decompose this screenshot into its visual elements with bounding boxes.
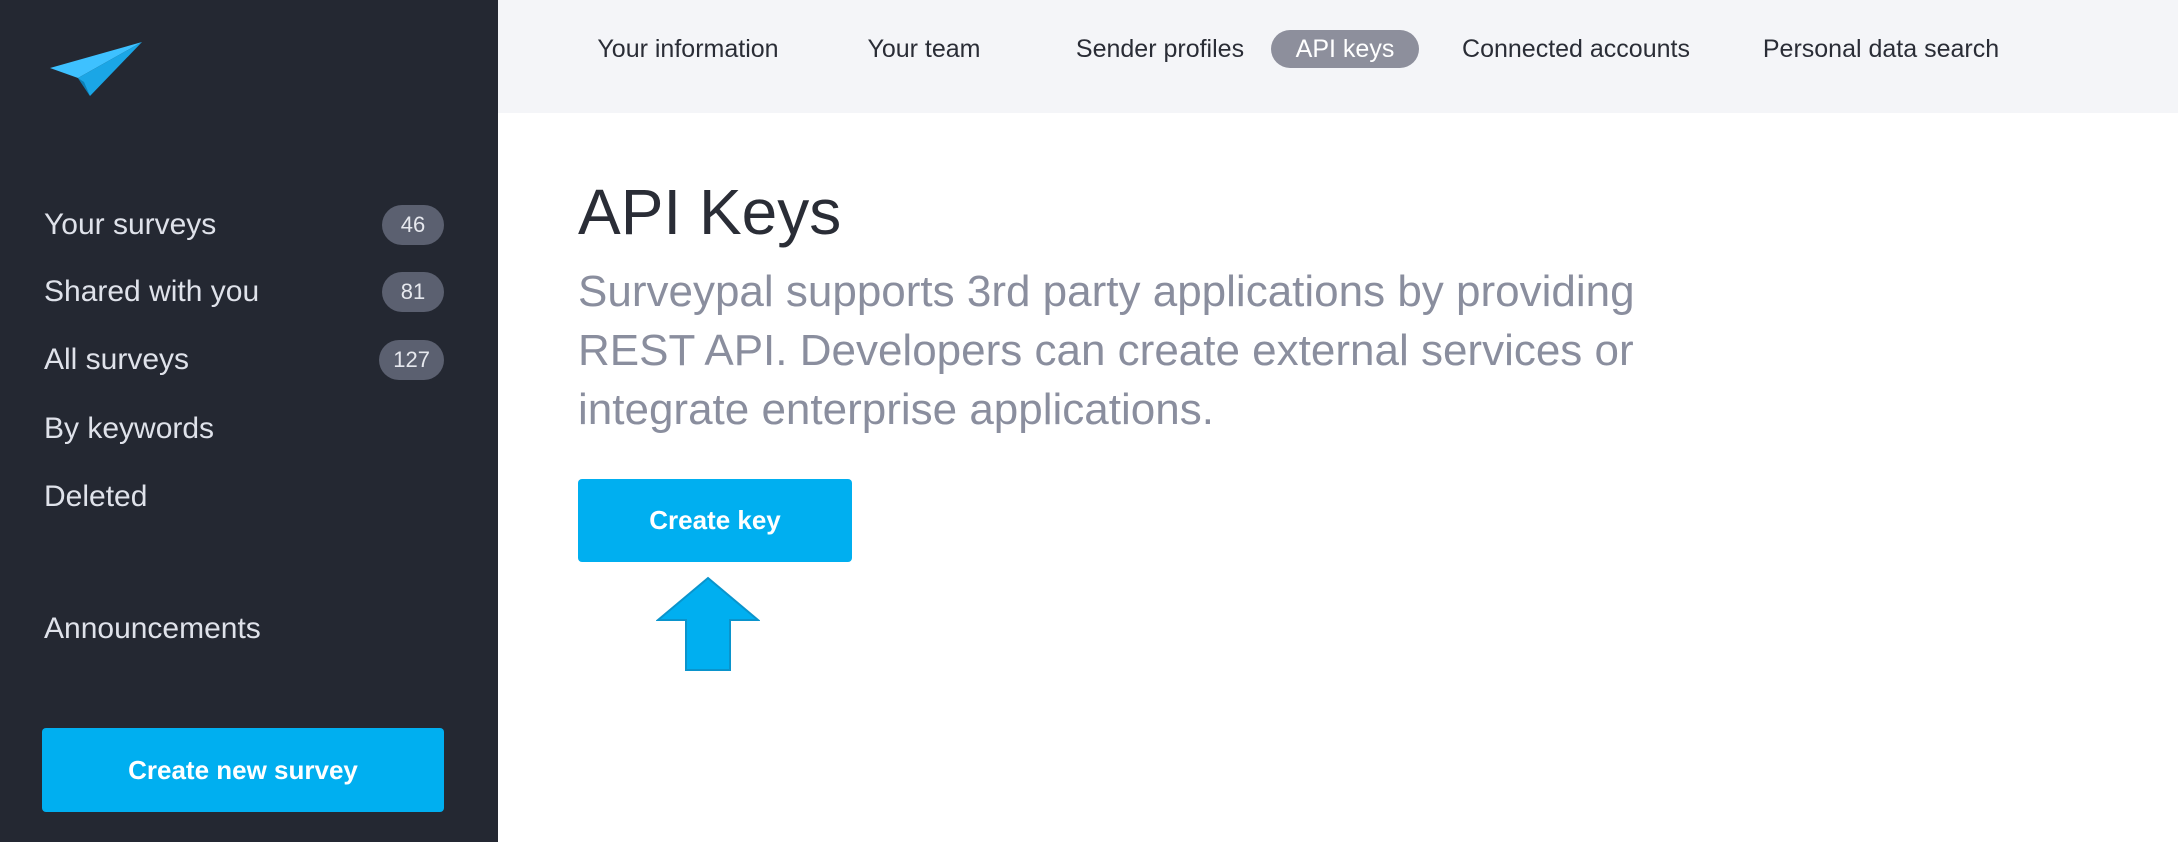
sidebar-item-your-surveys[interactable]: Your surveys 46 xyxy=(44,201,444,249)
page-description: Surveypal supports 3rd party application… xyxy=(578,267,1635,434)
create-new-survey-button[interactable]: Create new survey xyxy=(42,728,444,812)
paper-plane-icon[interactable] xyxy=(50,38,142,100)
sidebar-item-label: Your surveys xyxy=(44,208,217,241)
create-key-button[interactable]: Create key xyxy=(578,479,852,562)
tab-your-team[interactable]: Your team xyxy=(854,30,994,68)
count-badge: 127 xyxy=(379,340,444,380)
settings-tabs: Your information Your team Sender profil… xyxy=(498,0,2178,113)
tab-your-information[interactable]: Your information xyxy=(580,30,796,68)
sidebar-item-deleted[interactable]: Deleted xyxy=(44,473,444,521)
sidebar-item-label: Deleted xyxy=(44,480,148,513)
sidebar-item-label: All surveys xyxy=(44,343,190,376)
sidebar-item-announcements[interactable]: Announcements xyxy=(44,605,444,653)
count-badge: 46 xyxy=(382,205,444,245)
sidebar-item-shared-with-you[interactable]: Shared with you 81 xyxy=(44,268,444,316)
tab-sender-profiles[interactable]: Sender profiles xyxy=(1051,30,1269,68)
tab-api-keys[interactable]: API keys xyxy=(1271,30,1419,68)
page-title: API Keys xyxy=(578,176,842,248)
sidebar-item-label: Shared with you xyxy=(44,275,260,308)
tab-connected-accounts[interactable]: Connected accounts xyxy=(1458,30,1694,68)
sidebar-item-label: Announcements xyxy=(44,612,261,645)
sidebar-item-all-surveys[interactable]: All surveys 127 xyxy=(44,336,444,384)
arrow-up-icon xyxy=(656,576,760,671)
tab-personal-data-search[interactable]: Personal data search xyxy=(1760,30,2002,68)
count-badge: 81 xyxy=(382,272,444,312)
sidebar-item-label: By keywords xyxy=(44,412,215,445)
sidebar: Your surveys 46 Shared with you 81 All s… xyxy=(0,0,498,842)
sidebar-item-by-keywords[interactable]: By keywords xyxy=(44,405,444,453)
